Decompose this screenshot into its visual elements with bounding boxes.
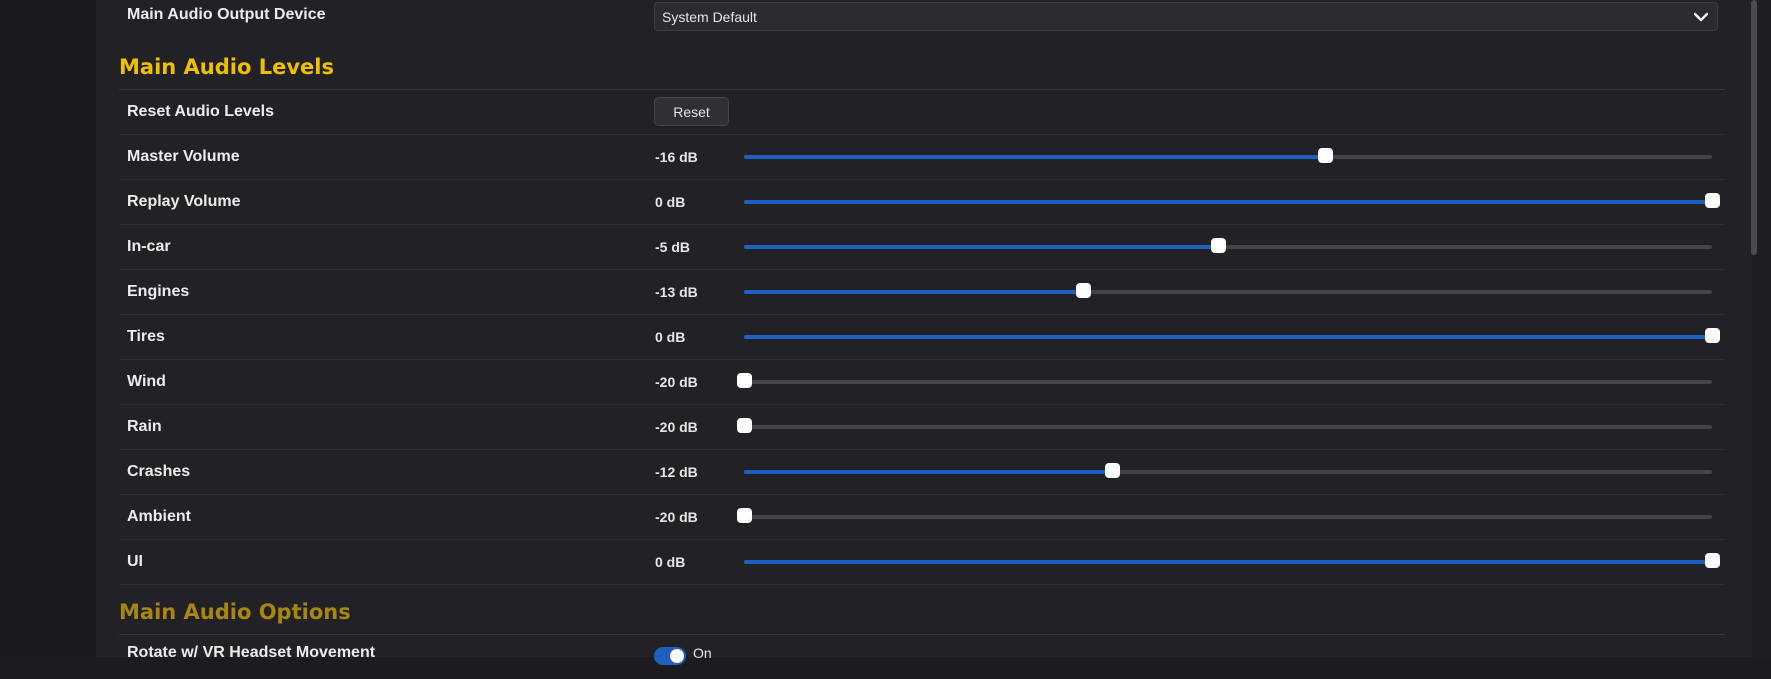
slider-fill [744,290,1083,294]
slider-thumb[interactable] [1705,328,1720,343]
audio-level-row: Tires 0 dB [119,315,1725,360]
volume-slider[interactable] [737,373,1712,388]
audio-level-label: Wind [127,373,166,390]
volume-slider[interactable] [744,328,1720,343]
vr-rotate-toggle[interactable] [654,647,686,665]
audio-level-row: Master Volume -16 dB [119,135,1725,180]
audio-level-row: Wind -20 dB [119,360,1725,405]
chevron-down-icon [1693,12,1709,22]
audio-level-label: UI [127,553,143,570]
slider-thumb[interactable] [1705,553,1720,568]
slider-thumb[interactable] [737,508,752,523]
slider-thumb[interactable] [1705,193,1720,208]
vr-rotate-row: Rotate w/ VR Headset Movement [119,635,1725,679]
reset-button[interactable]: Reset [654,97,729,126]
audio-level-label: Rain [127,418,162,435]
vr-rotate-state: On [693,645,712,661]
volume-slider[interactable] [744,193,1720,208]
volume-slider[interactable] [744,238,1712,253]
audio-level-row: Rain -20 dB [119,405,1725,450]
audio-level-label: Tires [127,328,165,345]
slider-thumb[interactable] [737,373,752,388]
audio-level-value: 0 dB [655,194,686,210]
vr-rotate-label: Rotate w/ VR Headset Movement [127,644,376,661]
output-device-selected-value: System Default [662,9,757,25]
slider-thumb[interactable] [1211,238,1226,253]
slider-thumb[interactable] [737,418,752,433]
reset-levels-row: Reset Audio Levels Reset [119,90,1725,135]
audio-level-row: Ambient -20 dB [119,495,1725,540]
audio-level-label: In-car [127,238,171,255]
audio-level-row: In-car -5 dB [119,225,1725,270]
section-title-audio-options: Main Audio Options [119,600,351,624]
audio-level-value: 0 dB [655,554,686,570]
scrollbar-thumb[interactable] [1751,0,1757,255]
audio-level-row: UI 0 dB [119,540,1725,585]
volume-slider[interactable] [744,148,1712,163]
slider-fill [744,245,1218,249]
volume-slider[interactable] [744,553,1720,568]
volume-slider[interactable] [744,283,1712,298]
audio-level-label: Ambient [127,508,191,525]
audio-level-value: -16 dB [655,149,698,165]
toggle-knob [670,649,684,663]
audio-level-row: Crashes -12 dB [119,450,1725,495]
slider-thumb[interactable] [1076,283,1091,298]
audio-level-value: 0 dB [655,329,686,345]
audio-level-row: Replay Volume 0 dB [119,180,1725,225]
audio-level-value: -20 dB [655,509,698,525]
audio-level-label: Engines [127,283,190,300]
section-title-audio-levels: Main Audio Levels [119,55,334,79]
slider-fill [744,335,1712,339]
audio-level-label: Master Volume [127,148,240,165]
audio-level-row: Engines -13 dB [119,270,1725,315]
left-gutter [0,0,96,657]
volume-slider[interactable] [744,463,1712,478]
output-device-label: Main Audio Output Device [127,6,326,23]
slider-fill [744,155,1325,159]
volume-slider[interactable] [737,508,1712,523]
audio-level-value: -5 dB [655,239,690,255]
slider-fill [744,470,1112,474]
reset-levels-label: Reset Audio Levels [127,103,275,120]
slider-thumb[interactable] [1318,148,1333,163]
slider-fill [744,200,1712,204]
audio-level-value: -13 dB [655,284,698,300]
output-device-select[interactable]: System Default [654,2,1718,31]
slider-thumb[interactable] [1105,463,1120,478]
audio-level-value: -12 dB [655,464,698,480]
audio-level-value: -20 dB [655,419,698,435]
volume-slider[interactable] [737,418,1712,433]
slider-fill [744,560,1712,564]
audio-level-value: -20 dB [655,374,698,390]
audio-level-label: Crashes [127,463,191,480]
audio-level-label: Replay Volume [127,193,241,210]
